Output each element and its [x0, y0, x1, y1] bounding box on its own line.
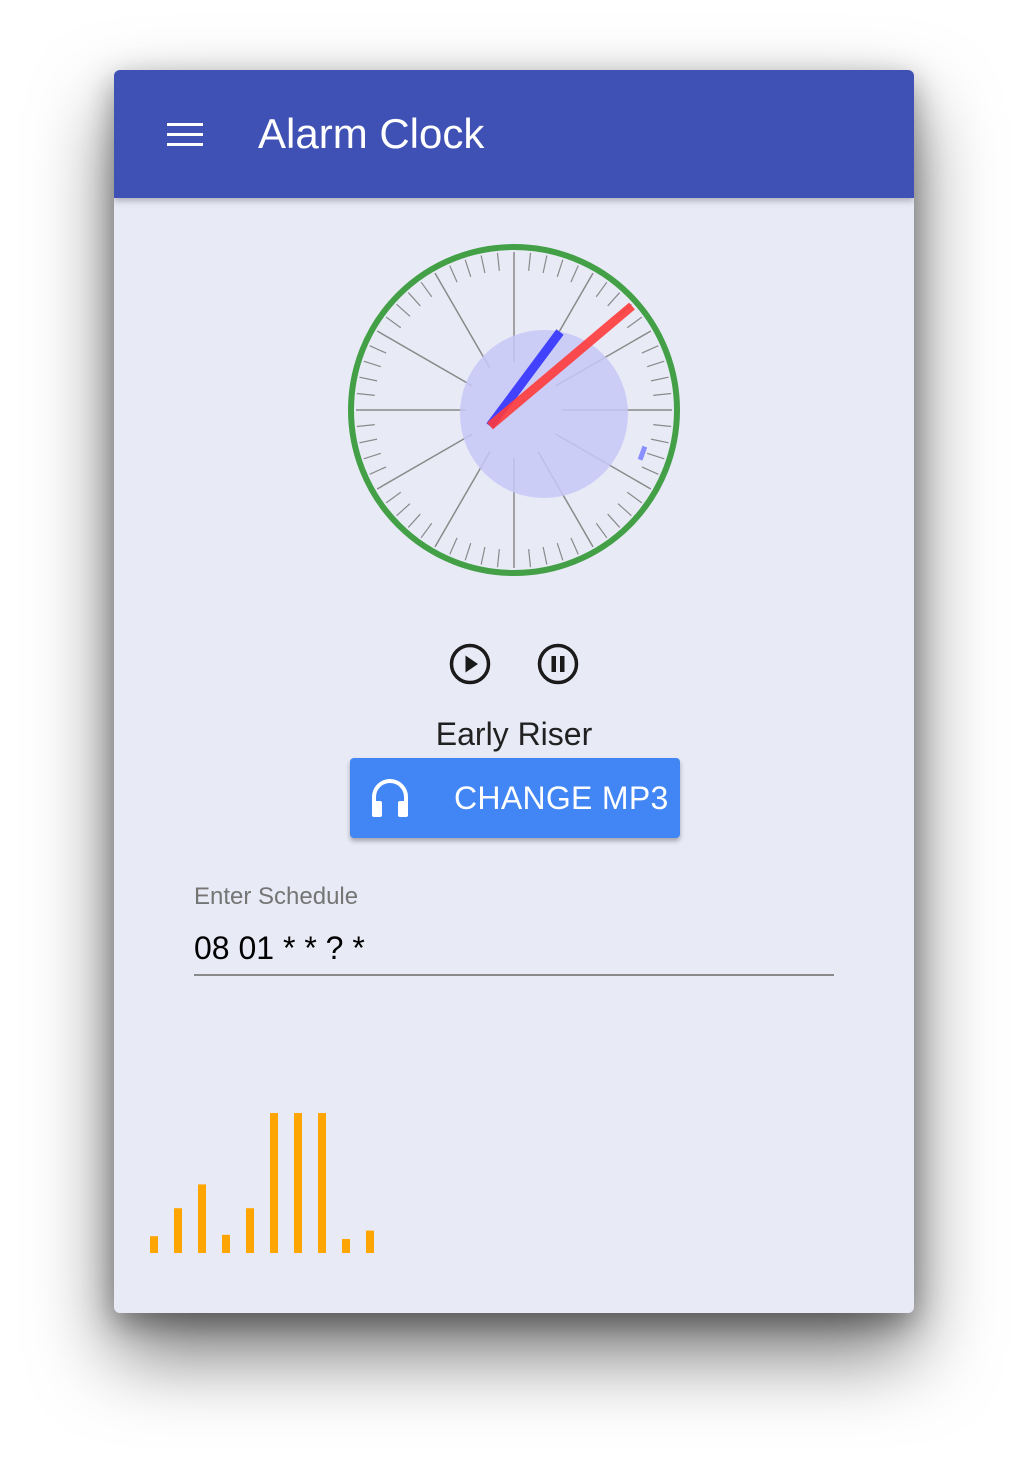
clock-minute-tick [449, 265, 458, 283]
app-bar: Alarm Clock [114, 70, 914, 198]
clock-minute-tick [595, 522, 608, 539]
clock-minute-tick [359, 438, 378, 444]
clock-minute-tick [650, 438, 669, 444]
clock-minute-tick [595, 281, 608, 298]
clock-minute-tick [653, 424, 672, 428]
clock-minute-tick [646, 360, 665, 368]
headphones-icon [372, 779, 408, 817]
clock-minute-tick [542, 546, 548, 565]
clock-minute-tick [449, 537, 458, 555]
app-window: Alarm Clock Early Riser CHANGE MP3 Enter… [114, 70, 914, 1313]
clock-minute-tick [570, 537, 579, 555]
audio-visualizer [150, 1113, 374, 1253]
visualizer-bar [318, 1113, 326, 1253]
visualizer-bar [174, 1208, 182, 1253]
clock-minute-tick [356, 424, 375, 428]
clock-minute-tick [570, 265, 579, 283]
clock-minute-tick [464, 259, 472, 278]
clock-minute-tick [480, 255, 486, 274]
track-name: Early Riser [435, 716, 593, 752]
clock-minute-tick [607, 513, 621, 528]
visualizer-bar [150, 1236, 158, 1253]
clock-minute-tick [407, 292, 421, 307]
change-mp3-button[interactable]: CHANGE MP3 [350, 758, 680, 838]
visualizer-bar [342, 1239, 350, 1253]
clock-minute-tick [641, 345, 659, 354]
clock-minute-tick [542, 255, 548, 274]
app-title: Alarm Clock [258, 110, 485, 157]
clock-minute-tick [641, 466, 659, 475]
clock-minute-tick [385, 491, 402, 504]
clock-minute-tick [464, 542, 472, 561]
clock-minute-tick [385, 316, 402, 329]
clock-minute-tick [480, 546, 486, 565]
clock-minute-tick [556, 259, 564, 278]
clock-second-marker [637, 445, 648, 461]
clock-minute-tick [646, 452, 665, 460]
clock-minute-tick [607, 292, 621, 307]
clock-minute-tick [420, 522, 433, 539]
visualizer-bar [222, 1234, 230, 1253]
clock-minute-tick [407, 513, 421, 528]
schedule-input[interactable] [194, 922, 834, 976]
pause-circle-icon [537, 643, 579, 685]
clock-minute-tick [496, 252, 500, 271]
clock-minute-tick [528, 252, 532, 271]
change-mp3-label: CHANGE MP3 [454, 780, 669, 816]
clock-minute-tick [363, 360, 382, 368]
visualizer-bar [294, 1113, 302, 1253]
clock-hour-tick [376, 433, 473, 490]
analog-clock [348, 244, 680, 576]
clock-hour-tick [376, 330, 473, 387]
clock-minute-tick [496, 549, 500, 568]
visualizer-bar [246, 1208, 254, 1253]
visualizer-bar [270, 1113, 278, 1253]
clock-minute-tick [396, 303, 411, 317]
clock-minute-tick [626, 316, 643, 329]
clock-minute-tick [650, 376, 669, 382]
visualizer-bar [198, 1184, 206, 1253]
pause-button[interactable] [536, 642, 580, 686]
play-button[interactable] [448, 642, 492, 686]
visualizer-bar [366, 1230, 374, 1253]
clock-minute-tick [528, 549, 532, 568]
clock-minute-tick [369, 345, 387, 354]
clock-minute-tick [626, 491, 643, 504]
clock-minute-tick [420, 281, 433, 298]
schedule-label: Enter Schedule [194, 883, 359, 910]
clock-minute-tick [617, 503, 632, 517]
clock-hour-tick [434, 272, 491, 369]
menu-icon[interactable] [164, 120, 204, 148]
clock-minute-tick [356, 392, 375, 396]
clock-minute-tick [359, 376, 378, 382]
clock-minute-tick [369, 466, 387, 475]
clock-minute-tick [653, 392, 672, 396]
clock-minute-tick [363, 452, 382, 460]
clock-minute-tick [556, 542, 564, 561]
clock-minute-tick [396, 503, 411, 517]
